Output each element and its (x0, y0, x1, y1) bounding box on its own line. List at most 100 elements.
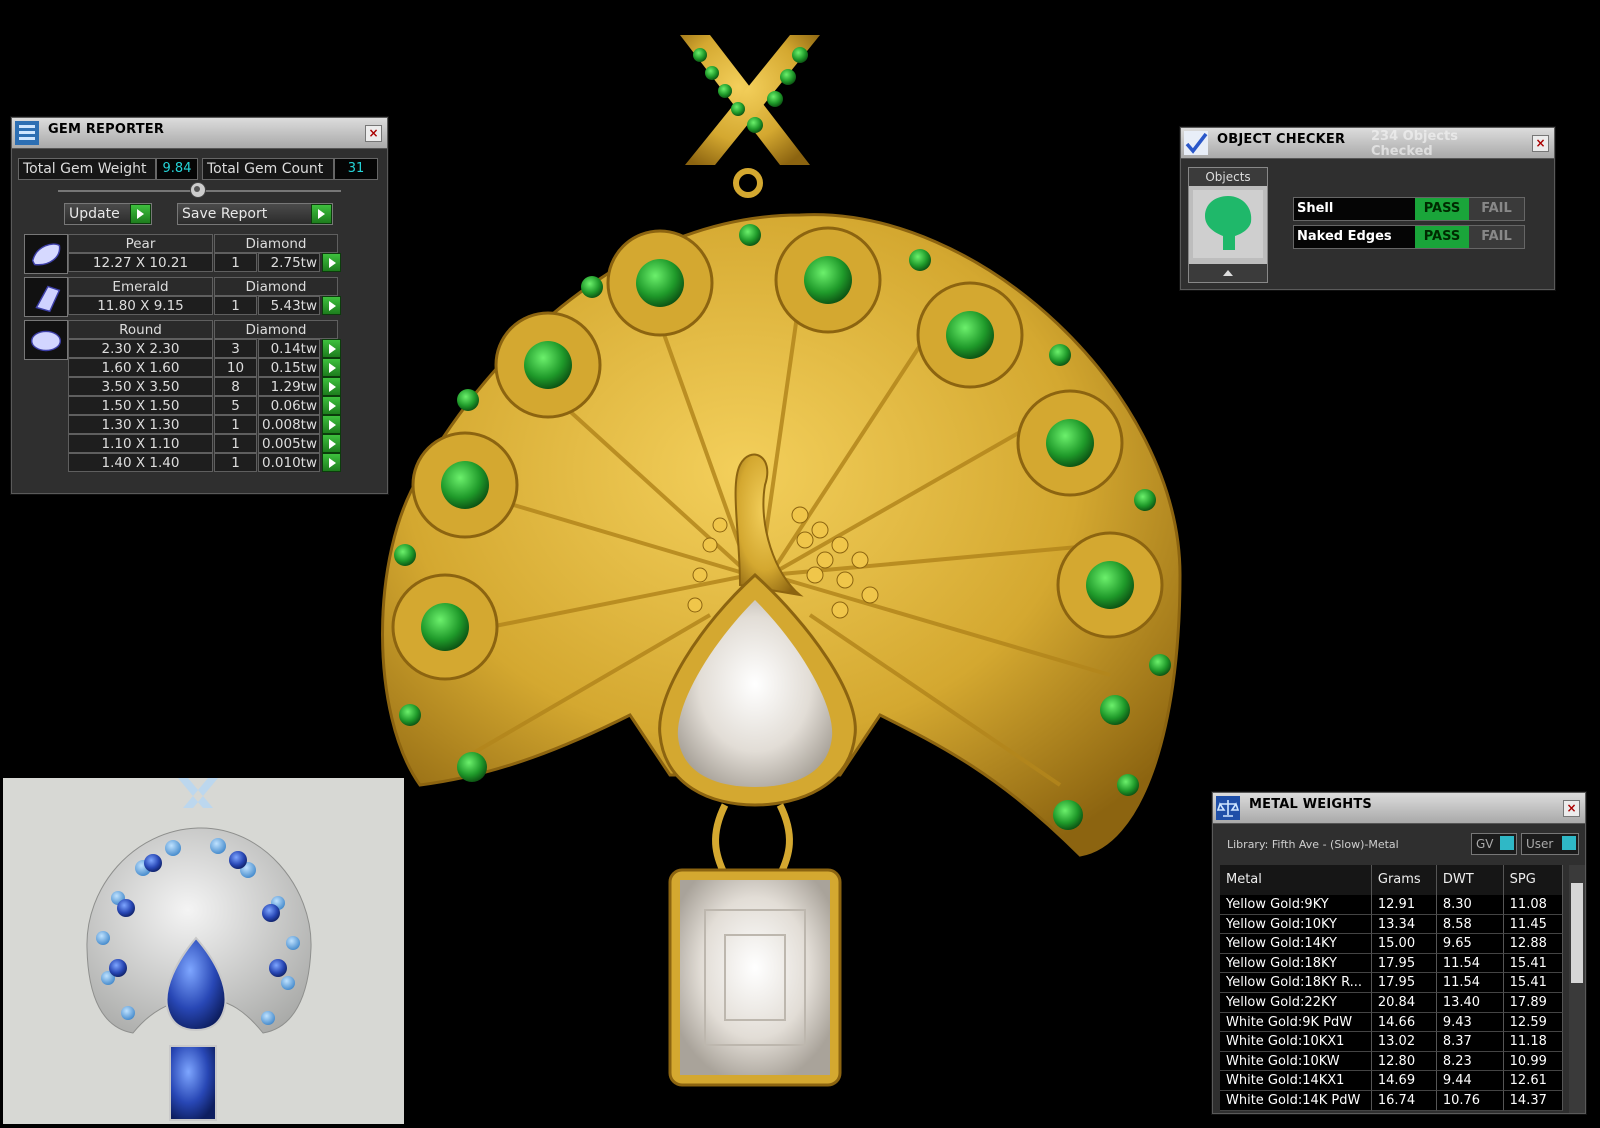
objects-preview[interactable]: Objects (1188, 167, 1268, 283)
gem-weight: 0.008tw (258, 415, 320, 434)
toggle-switch-icon (1500, 836, 1514, 850)
table-row[interactable]: Yellow Gold:18KY 17.95 11.54 15.41 (1220, 953, 1563, 974)
table-row[interactable]: Yellow Gold:22KY 20.84 13.40 17.89 (1220, 992, 1563, 1013)
metal-weights-titlebar[interactable]: METAL WEIGHTS × (1213, 793, 1585, 824)
table-cell: 12.80 (1371, 1051, 1437, 1072)
round-gem-icon (24, 320, 68, 360)
preview-render (86, 778, 312, 1121)
checkmark-icon (1184, 131, 1208, 155)
table-cell: White Gold:10KW (1220, 1051, 1372, 1072)
save-report-button-label: Save Report (182, 206, 268, 222)
table-cell: 15.00 (1371, 934, 1437, 954)
gem-size: 11.80 X 9.15 (68, 296, 213, 315)
gem-shape: Emerald (68, 277, 213, 296)
table-row[interactable]: Yellow Gold:18KY R... 17.95 11.54 15.41 (1220, 973, 1563, 993)
object-checker-titlebar[interactable]: OBJECT CHECKER 234 Objects Checked × (1181, 128, 1554, 159)
gem-reporter-titlebar[interactable]: GEM REPORTER × (12, 118, 387, 149)
gem-weight: 1.29tw (258, 377, 320, 396)
gem-size: 1.60 X 1.60 (68, 358, 213, 377)
table-cell: Yellow Gold:18KY R... (1220, 973, 1372, 993)
toggle-switch-icon (1562, 836, 1576, 850)
table-row[interactable]: White Gold:10KW 12.80 8.23 10.99 (1220, 1051, 1563, 1072)
save-report-button[interactable]: Save Report (177, 203, 333, 225)
table-row[interactable]: White Gold:14K PdW 16.74 10.76 14.37 (1220, 1090, 1563, 1111)
scrollbar-thumb[interactable] (1571, 883, 1583, 983)
gem-row[interactable]: 12.27 X 10.21 1 2.75tw (68, 253, 354, 272)
gem-weight: 0.010tw (258, 453, 320, 472)
gem-row[interactable]: 2.30 X 2.30 3 0.14tw (68, 339, 354, 358)
table-row[interactable]: Yellow Gold:14KY 15.00 9.65 12.88 (1220, 934, 1563, 954)
gv-toggle[interactable]: GV (1471, 833, 1517, 855)
table-cell: 8.37 (1436, 1032, 1504, 1052)
gem-count: 1 (214, 253, 257, 272)
gem-weight: 5.43tw (258, 296, 320, 315)
scroll-up-icon[interactable] (1189, 264, 1267, 282)
table-cell: 11.54 (1436, 973, 1504, 993)
close-icon[interactable]: × (365, 125, 382, 142)
gem-material: Diamond (214, 234, 338, 253)
column-header[interactable]: Metal (1220, 865, 1372, 896)
gem-size: 2.30 X 2.30 (68, 339, 213, 358)
gem-group-pear: Pear Diamond 12.27 X 10.21 1 2.75tw (24, 234, 354, 274)
gem-weight: 2.75tw (258, 253, 320, 272)
table-cell: 11.54 (1436, 953, 1504, 974)
fail-indicator[interactable]: FAIL (1469, 226, 1524, 248)
table-cell: White Gold:9K PdW (1220, 1012, 1372, 1033)
table-row[interactable]: Yellow Gold:10KY 13.34 8.58 11.45 (1220, 914, 1563, 935)
play-arrow-icon[interactable] (321, 396, 341, 415)
close-icon[interactable]: × (1563, 800, 1580, 817)
gem-weight: 0.005tw (258, 434, 320, 453)
gem-count: 1 (214, 453, 257, 472)
table-row[interactable]: Yellow Gold:9KY 12.91 8.30 11.08 (1220, 895, 1563, 915)
close-icon[interactable]: × (1532, 135, 1549, 152)
play-arrow-icon[interactable] (321, 296, 341, 315)
emerald-gem-icon (24, 277, 68, 317)
gem-row[interactable]: 1.40 X 1.40 1 0.010tw (68, 453, 354, 472)
gem-row[interactable]: 1.60 X 1.60 10 0.15tw (68, 358, 354, 377)
gem-row[interactable]: 1.50 X 1.50 5 0.06tw (68, 396, 354, 415)
play-arrow-icon[interactable] (321, 453, 341, 472)
metal-table-scrollbar[interactable] (1569, 865, 1585, 1113)
report-slider-handle[interactable] (190, 182, 206, 198)
table-row[interactable]: White Gold:14KX1 14.69 9.44 12.61 (1220, 1071, 1563, 1091)
play-arrow-icon[interactable] (321, 434, 341, 453)
pass-indicator[interactable]: PASS (1415, 198, 1469, 220)
table-cell: 11.08 (1503, 895, 1563, 915)
total-gem-count-label: Total Gem Count (202, 158, 334, 180)
gem-group-emerald: Emerald Diamond 11.80 X 9.15 1 5.43tw (24, 277, 354, 317)
gem-row[interactable]: 1.30 X 1.30 1 0.008tw (68, 415, 354, 434)
fail-indicator[interactable]: FAIL (1469, 198, 1524, 220)
objects-checked-status: 234 Objects Checked (1371, 129, 1458, 159)
user-toggle[interactable]: User (1521, 833, 1579, 855)
update-button[interactable]: Update (64, 203, 152, 225)
play-arrow-icon[interactable] (321, 377, 341, 396)
table-row[interactable]: White Gold:10KX1 13.02 8.37 11.18 (1220, 1032, 1563, 1052)
table-cell: White Gold:10KX1 (1220, 1032, 1372, 1052)
table-cell: 14.69 (1371, 1071, 1437, 1091)
gem-size: 3.50 X 3.50 (68, 377, 213, 396)
column-header[interactable]: DWT (1436, 865, 1504, 896)
gem-reporter-title: GEM REPORTER (48, 122, 165, 137)
metal-weights-panel: METAL WEIGHTS × Library: Fifth Ave - (Sl… (1212, 792, 1586, 1114)
gem-row[interactable]: 3.50 X 3.50 8 1.29tw (68, 377, 354, 396)
table-cell: Yellow Gold:14KY (1220, 934, 1372, 954)
gem-row[interactable]: 1.10 X 1.10 1 0.005tw (68, 434, 354, 453)
gem-weight: 0.06tw (258, 396, 320, 415)
table-cell: 12.88 (1503, 934, 1563, 954)
play-arrow-icon[interactable] (321, 339, 341, 358)
table-cell: 14.66 (1371, 1012, 1437, 1033)
table-row[interactable]: White Gold:9K PdW 14.66 9.43 12.59 (1220, 1012, 1563, 1033)
object-checker-title: OBJECT CHECKER (1217, 132, 1346, 147)
total-gem-weight-label: Total Gem Weight (18, 158, 156, 180)
table-cell: 8.30 (1436, 895, 1504, 915)
play-arrow-icon[interactable] (321, 253, 341, 272)
play-arrow-icon[interactable] (321, 415, 341, 434)
play-arrow-icon (130, 204, 151, 224)
gem-row[interactable]: 11.80 X 9.15 1 5.43tw (68, 296, 354, 315)
pass-indicator[interactable]: PASS (1415, 226, 1469, 248)
column-header[interactable]: Grams (1371, 865, 1437, 896)
table-cell: 16.74 (1371, 1090, 1437, 1111)
table-cell: 10.76 (1436, 1090, 1504, 1111)
play-arrow-icon[interactable] (321, 358, 341, 377)
column-header[interactable]: SPG (1503, 865, 1563, 896)
